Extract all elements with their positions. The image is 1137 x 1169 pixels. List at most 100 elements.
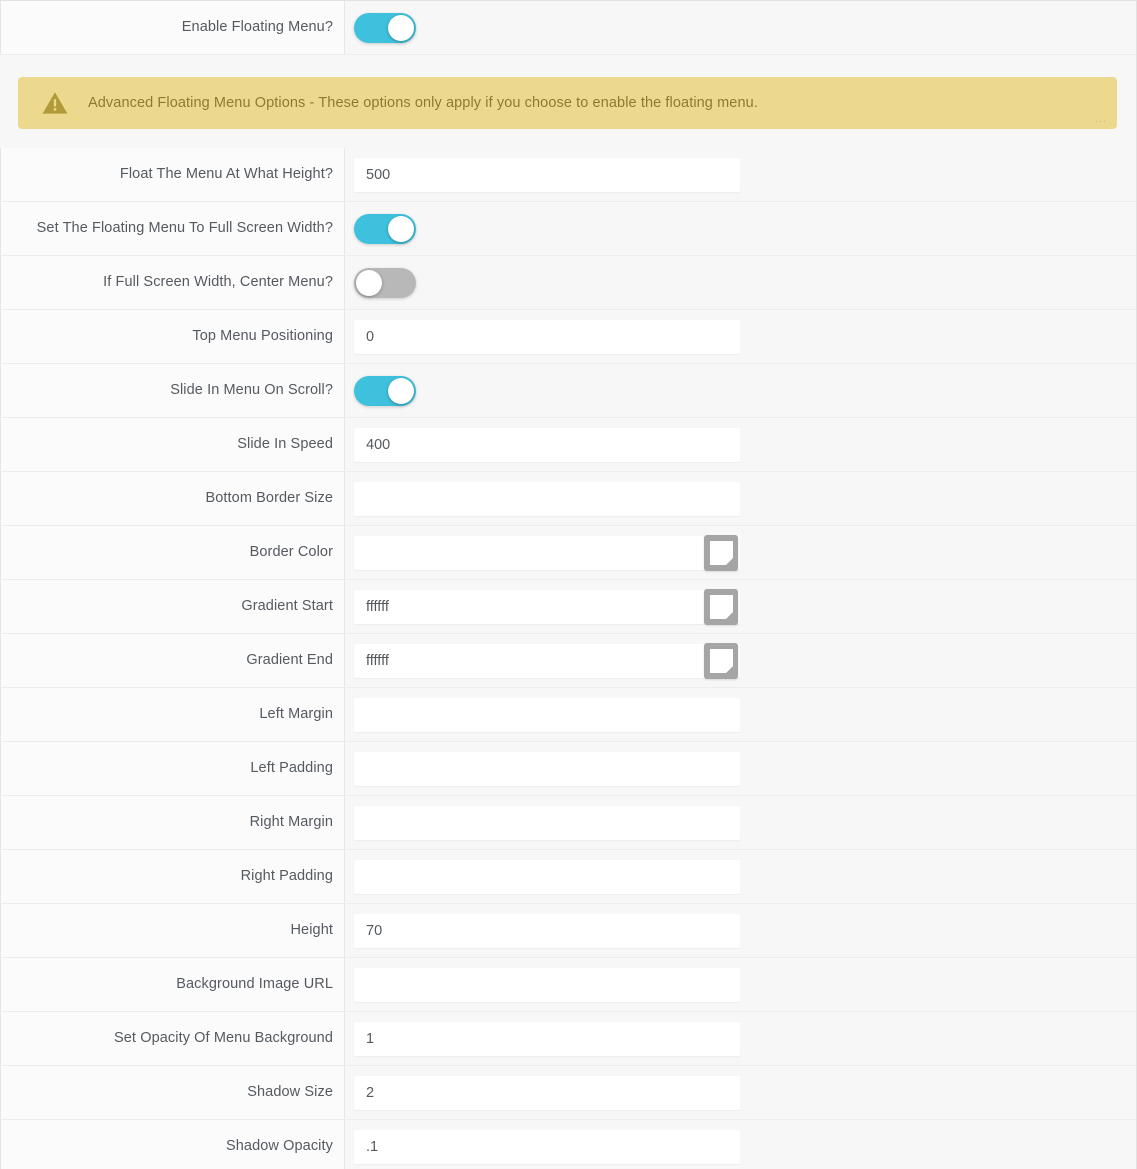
label-cell-slide-in-speed: Slide In Speed bbox=[0, 418, 345, 471]
field-cell-gradient-end bbox=[345, 634, 1136, 687]
input-menu-background-opacity[interactable] bbox=[354, 1021, 740, 1056]
field-label-gradient-end: Gradient End bbox=[246, 651, 333, 668]
input-border-color[interactable] bbox=[354, 535, 740, 570]
field-label-center-menu: If Full Screen Width, Center Menu? bbox=[103, 273, 333, 290]
input-gradient-start[interactable] bbox=[354, 589, 740, 624]
field-label-left-padding: Left Padding bbox=[250, 759, 333, 776]
field-label-shadow-opacity: Shadow Opacity bbox=[226, 1137, 333, 1154]
field-cell-slide-in-speed bbox=[345, 418, 1136, 471]
input-background-image-url[interactable] bbox=[354, 967, 740, 1002]
label-cell-right-margin: Right Margin bbox=[0, 796, 345, 849]
label-cell-gradient-start: Gradient Start bbox=[0, 580, 345, 633]
advanced-options-warning-banner: Advanced Floating Menu Options - These o… bbox=[18, 77, 1117, 129]
form-row-border-color: Border Color bbox=[0, 526, 1136, 580]
field-cell-top-menu-positioning bbox=[345, 310, 1136, 363]
field-label-background-image-url: Background Image URL bbox=[176, 975, 333, 992]
label-cell-left-margin: Left Margin bbox=[0, 688, 345, 741]
input-float-menu-height[interactable] bbox=[354, 157, 740, 192]
form-row-right-margin: Right Margin bbox=[0, 796, 1136, 850]
field-label-bottom-border-size: Bottom Border Size bbox=[205, 489, 333, 506]
field-label-right-padding: Right Padding bbox=[240, 867, 333, 884]
form-row-slide-in-on-scroll: Slide In Menu On Scroll? bbox=[0, 364, 1136, 418]
banner-message: Advanced Floating Menu Options - These o… bbox=[88, 94, 758, 111]
field-label-top-menu-positioning: Top Menu Positioning bbox=[192, 327, 333, 344]
form-row-height: Height bbox=[0, 904, 1136, 958]
form-row-bottom-border-size: Bottom Border Size bbox=[0, 472, 1136, 526]
field-label-slide-in-on-scroll: Slide In Menu On Scroll? bbox=[170, 381, 333, 398]
field-cell-left-padding bbox=[345, 742, 1136, 795]
field-cell-gradient-start bbox=[345, 580, 1136, 633]
input-height[interactable] bbox=[354, 913, 740, 948]
input-right-margin[interactable] bbox=[354, 805, 740, 840]
field-label-gradient-start: Gradient Start bbox=[241, 597, 333, 614]
form-row-left-padding: Left Padding bbox=[0, 742, 1136, 796]
warning-triangle-icon bbox=[40, 88, 70, 118]
input-gradient-end[interactable] bbox=[354, 643, 740, 678]
label-cell-height: Height bbox=[0, 904, 345, 957]
input-right-padding[interactable] bbox=[354, 859, 740, 894]
field-cell-center-menu bbox=[345, 256, 1136, 309]
toggle-slide-in-on-scroll[interactable] bbox=[354, 375, 416, 406]
label-cell-right-padding: Right Padding bbox=[0, 850, 345, 903]
field-label-right-margin: Right Margin bbox=[249, 813, 333, 830]
color-swatch-border-color[interactable] bbox=[704, 534, 738, 571]
form-row-top-menu-positioning: Top Menu Positioning bbox=[0, 310, 1136, 364]
input-top-menu-positioning[interactable] bbox=[354, 319, 740, 354]
banner-overflow-ellipsis[interactable]: ... bbox=[1095, 114, 1107, 125]
toggle-knob-enable-floating-menu bbox=[388, 14, 414, 41]
color-field-border-color bbox=[354, 534, 740, 571]
label-cell-center-menu: If Full Screen Width, Center Menu? bbox=[0, 256, 345, 309]
field-label-menu-background-opacity: Set Opacity Of Menu Background bbox=[114, 1029, 333, 1046]
input-left-margin[interactable] bbox=[354, 697, 740, 732]
color-swatch-gradient-end[interactable] bbox=[704, 642, 738, 679]
input-bottom-border-size[interactable] bbox=[354, 481, 740, 516]
input-left-padding[interactable] bbox=[354, 751, 740, 786]
toggle-knob-slide-in-on-scroll bbox=[388, 377, 414, 404]
field-cell-float-menu-height bbox=[345, 148, 1136, 201]
field-label-left-margin: Left Margin bbox=[259, 705, 333, 722]
form-row-float-menu-height: Float The Menu At What Height? bbox=[0, 148, 1136, 202]
advanced-floating-menu-settings: Float The Menu At What Height? Set The Fl… bbox=[0, 148, 1136, 1169]
field-cell-shadow-size bbox=[345, 1066, 1136, 1119]
form-row-shadow-opacity: Shadow Opacity bbox=[0, 1120, 1136, 1169]
field-label-shadow-size: Shadow Size bbox=[247, 1083, 333, 1100]
field-label-float-menu-height: Float The Menu At What Height? bbox=[119, 165, 333, 182]
color-chip-border-color bbox=[709, 540, 733, 565]
field-cell-full-screen-width bbox=[345, 202, 1136, 255]
field-cell-left-margin bbox=[345, 688, 1136, 741]
form-row-gradient-start: Gradient Start bbox=[0, 580, 1136, 634]
input-shadow-opacity[interactable] bbox=[354, 1129, 740, 1164]
label-cell-shadow-opacity: Shadow Opacity bbox=[0, 1120, 345, 1169]
top-settings-section: Enable Floating Menu? bbox=[0, 1, 1136, 55]
label-cell-top-menu-positioning: Top Menu Positioning bbox=[0, 310, 345, 363]
form-row-menu-background-opacity: Set Opacity Of Menu Background bbox=[0, 1012, 1136, 1066]
field-label-border-color: Border Color bbox=[249, 543, 333, 560]
label-cell-enable-floating-menu: Enable Floating Menu? bbox=[0, 1, 345, 54]
color-field-gradient-start bbox=[354, 588, 740, 625]
field-label-slide-in-speed: Slide In Speed bbox=[237, 435, 333, 452]
form-row-enable-floating-menu: Enable Floating Menu? bbox=[0, 1, 1136, 55]
toggle-enable-floating-menu[interactable] bbox=[354, 12, 416, 43]
field-cell-height bbox=[345, 904, 1136, 957]
toggle-full-screen-width[interactable] bbox=[354, 213, 416, 244]
toggle-knob-full-screen-width bbox=[388, 215, 414, 242]
field-label-enable-floating-menu: Enable Floating Menu? bbox=[181, 18, 333, 35]
form-row-full-screen-width: Set The Floating Menu To Full Screen Wid… bbox=[0, 202, 1136, 256]
field-cell-border-color bbox=[345, 526, 1136, 579]
field-cell-menu-background-opacity bbox=[345, 1012, 1136, 1065]
color-chip-gradient-start bbox=[709, 594, 733, 619]
label-cell-slide-in-on-scroll: Slide In Menu On Scroll? bbox=[0, 364, 345, 417]
form-row-shadow-size: Shadow Size bbox=[0, 1066, 1136, 1120]
label-cell-bottom-border-size: Bottom Border Size bbox=[0, 472, 345, 525]
field-label-full-screen-width: Set The Floating Menu To Full Screen Wid… bbox=[36, 219, 333, 236]
field-cell-enable-floating-menu bbox=[345, 1, 1136, 54]
field-cell-shadow-opacity bbox=[345, 1120, 1136, 1169]
field-cell-right-padding bbox=[345, 850, 1136, 903]
color-swatch-gradient-start[interactable] bbox=[704, 588, 738, 625]
field-cell-slide-in-on-scroll bbox=[345, 364, 1136, 417]
label-cell-shadow-size: Shadow Size bbox=[0, 1066, 345, 1119]
input-slide-in-speed[interactable] bbox=[354, 427, 740, 462]
form-row-slide-in-speed: Slide In Speed bbox=[0, 418, 1136, 472]
input-shadow-size[interactable] bbox=[354, 1075, 740, 1110]
toggle-center-menu[interactable] bbox=[354, 267, 416, 298]
